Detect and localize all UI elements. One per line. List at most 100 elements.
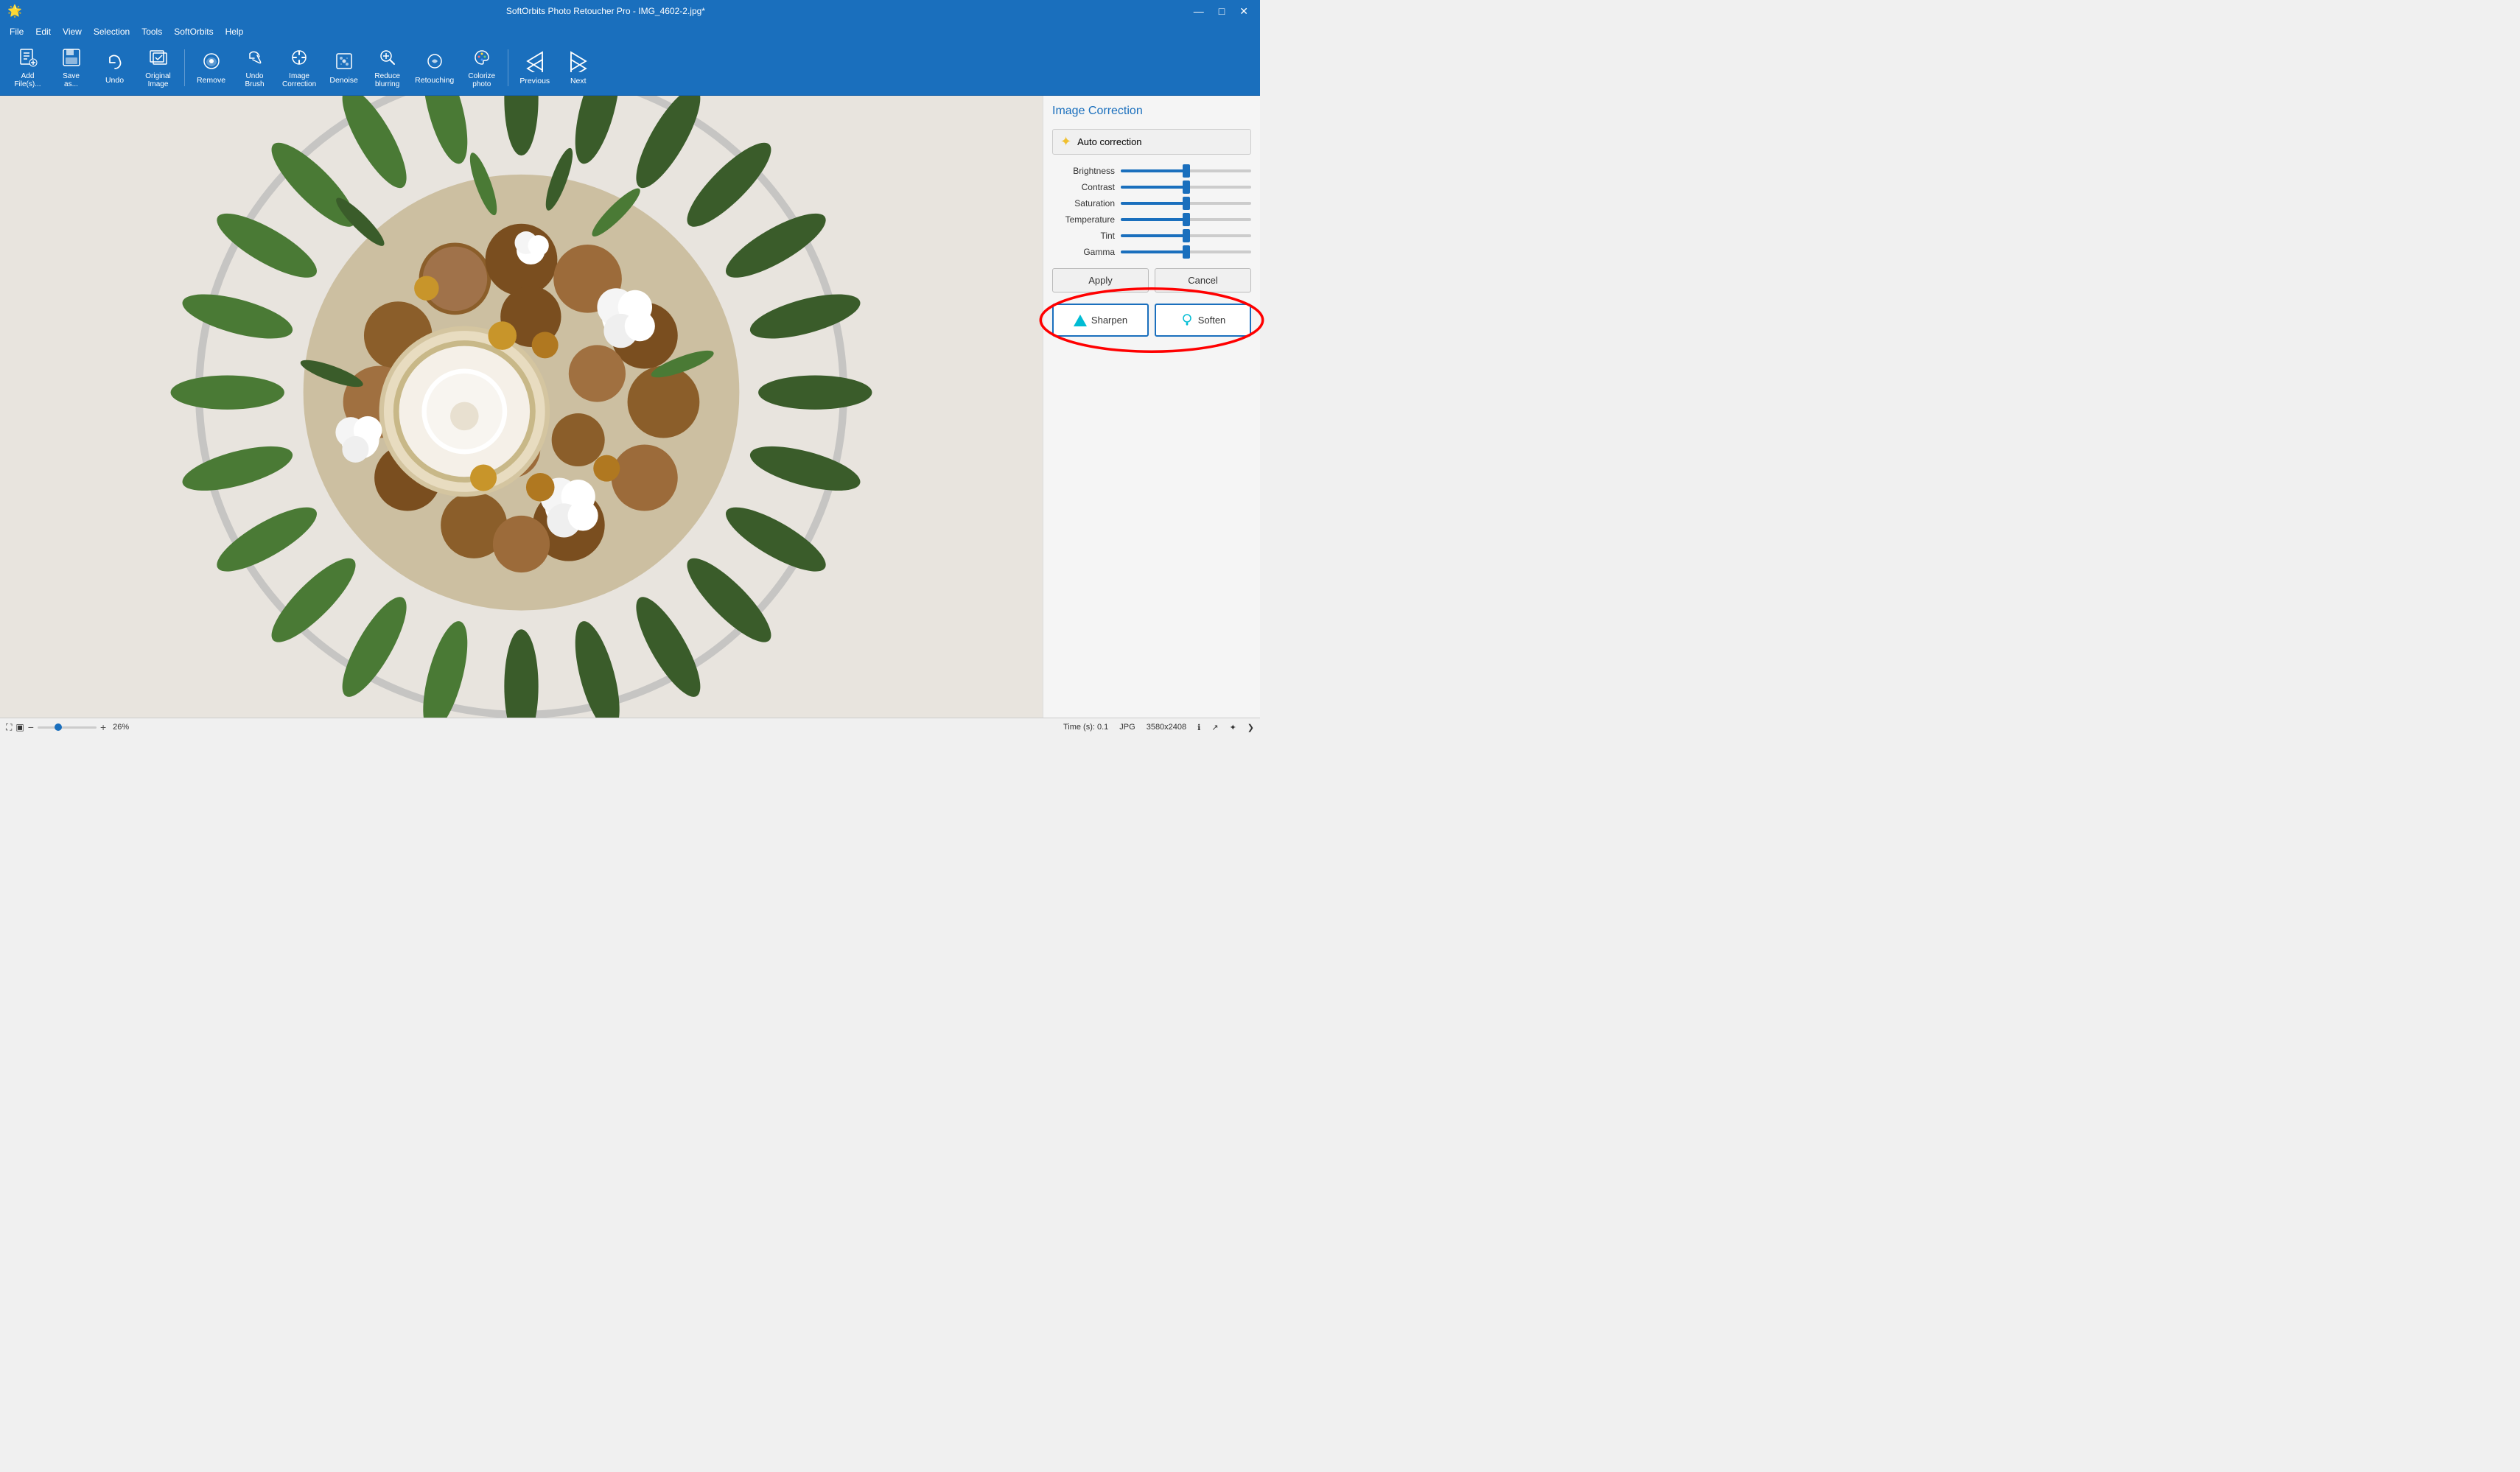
right-panel: Image Correction ✦ Auto correction Brigh… (1043, 96, 1260, 718)
temperature-row: Temperature (1052, 214, 1251, 225)
sharpen-button[interactable]: Sharpen (1052, 304, 1149, 337)
save-as-button[interactable]: Save as... (51, 45, 91, 91)
undo-label: Undo (105, 76, 124, 85)
main-layout: Image Correction ✦ Auto correction Brigh… (0, 96, 1260, 718)
next-label: Next (570, 77, 587, 85)
selection-icon: ▣ (15, 722, 24, 732)
info-icon[interactable]: ℹ (1197, 723, 1200, 732)
auto-correction-label: Auto correction (1077, 136, 1141, 147)
brightness-slider[interactable] (1121, 169, 1251, 172)
undo-button[interactable]: Undo (94, 45, 135, 91)
titlebar: 🌟 SoftOrbits Photo Retoucher Pro - IMG_4… (0, 0, 1260, 22)
toolbar: Add File(s)... Save as... Undo Original … (0, 41, 1260, 96)
saturation-label: Saturation (1052, 198, 1115, 208)
undo-brush-button[interactable]: Undo Brush (234, 45, 275, 91)
denoise-button[interactable]: Denoise (323, 45, 364, 91)
colorize-photo-icon (472, 48, 491, 70)
original-image-button[interactable]: Original Image (138, 45, 178, 91)
previous-icon (523, 50, 547, 74)
remove-icon (202, 52, 221, 74)
soften-button[interactable]: Soften (1155, 304, 1251, 337)
remove-label: Remove (197, 76, 225, 85)
close-button[interactable]: ✕ (1235, 4, 1253, 19)
crop-icon: ⛶ (6, 722, 12, 733)
next-icon (567, 50, 590, 74)
brightness-label: Brightness (1052, 166, 1115, 176)
undo-brush-label: Undo Brush (245, 72, 264, 88)
window-title: SoftOrbits Photo Retoucher Pro - IMG_460… (22, 6, 1189, 16)
retouching-icon (425, 52, 444, 74)
zoom-level: 26% (113, 723, 129, 732)
add-files-button[interactable]: Add File(s)... (7, 45, 48, 91)
add-files-icon (18, 48, 38, 70)
gamma-label: Gamma (1052, 247, 1115, 257)
reduce-blurring-label: Reduce blurring (374, 72, 399, 88)
save-as-icon (62, 48, 81, 70)
time-display: Time (s): 0.1 (1063, 723, 1108, 732)
maximize-button[interactable]: □ (1214, 4, 1229, 19)
menu-tools[interactable]: Tools (136, 25, 168, 38)
saturation-slider[interactable] (1121, 202, 1251, 205)
sharpen-label: Sharpen (1091, 315, 1127, 326)
retouching-button[interactable]: Retouching (410, 45, 458, 91)
remove-button[interactable]: Remove (191, 45, 231, 91)
save-as-label: Save as... (63, 72, 80, 88)
colorize-photo-button[interactable]: Colorize photo (461, 45, 502, 91)
panel-title: Image Correction (1052, 105, 1251, 118)
statusbar: ⛶ ▣ − + 26% Time (s): 0.1 JPG 3580x2408 … (0, 718, 1260, 736)
original-image-icon (149, 48, 168, 70)
saturation-row: Saturation (1052, 198, 1251, 208)
dimensions-display: 3580x2408 (1147, 723, 1186, 732)
gamma-row: Gamma (1052, 247, 1251, 257)
share-icon[interactable]: ↗ (1211, 723, 1218, 732)
undo-brush-icon (245, 48, 265, 70)
menu-view[interactable]: View (57, 25, 88, 38)
auto-correction-button[interactable]: ✦ Auto correction (1052, 129, 1251, 155)
action-buttons: Apply Cancel (1052, 268, 1251, 292)
soften-icon (1180, 312, 1194, 328)
sharpen-icon (1074, 315, 1087, 326)
menu-file[interactable]: File (4, 25, 29, 38)
contrast-row: Contrast (1052, 182, 1251, 192)
image-correction-button[interactable]: Image Correction (278, 45, 321, 91)
photo-image (0, 96, 1043, 718)
minimize-button[interactable]: — (1189, 4, 1208, 19)
sliders-section: Brightness Contrast Saturation (1052, 166, 1251, 257)
format-display: JPG (1119, 723, 1135, 732)
tint-slider[interactable] (1121, 234, 1251, 237)
canvas-area[interactable] (0, 96, 1043, 718)
reduce-blurring-button[interactable]: Reduce blurring (367, 45, 407, 91)
contrast-slider[interactable] (1121, 186, 1251, 189)
statusbar-left: ⛶ ▣ − + 26% (6, 721, 129, 733)
undo-icon (105, 52, 125, 74)
previous-button[interactable]: Previous (514, 45, 555, 91)
gamma-slider[interactable] (1121, 250, 1251, 253)
image-correction-label: Image Correction (282, 72, 316, 88)
contrast-label: Contrast (1052, 182, 1115, 192)
forward-icon[interactable]: ❯ (1247, 723, 1254, 732)
temperature-label: Temperature (1052, 214, 1115, 225)
menu-softorbits[interactable]: SoftOrbits (168, 25, 219, 38)
tint-row: Tint (1052, 231, 1251, 241)
apply-button[interactable]: Apply (1052, 268, 1149, 292)
brightness-row: Brightness (1052, 166, 1251, 176)
image-correction-icon (290, 48, 309, 70)
soften-label: Soften (1198, 315, 1226, 326)
temperature-slider[interactable] (1121, 218, 1251, 221)
colorize-photo-label: Colorize photo (468, 72, 495, 88)
next-button[interactable]: Next (558, 45, 598, 91)
zoom-in-button[interactable]: + (100, 721, 106, 733)
menu-help[interactable]: Help (220, 25, 250, 38)
zoom-out-button[interactable]: − (28, 721, 34, 733)
statusbar-right: Time (s): 0.1 JPG 3580x2408 ℹ ↗ ✦ ❯ (1063, 723, 1254, 732)
zoom-slider[interactable] (38, 726, 97, 729)
separator-1 (184, 49, 185, 86)
menu-edit[interactable]: Edit (29, 25, 57, 38)
cancel-button[interactable]: Cancel (1155, 268, 1251, 292)
window-controls: — □ ✕ (1189, 4, 1253, 19)
menu-selection[interactable]: Selection (88, 25, 136, 38)
tint-label: Tint (1052, 231, 1115, 241)
denoise-label: Denoise (329, 76, 358, 85)
star-status-icon[interactable]: ✦ (1230, 723, 1236, 732)
reduce-blurring-icon (378, 48, 397, 70)
